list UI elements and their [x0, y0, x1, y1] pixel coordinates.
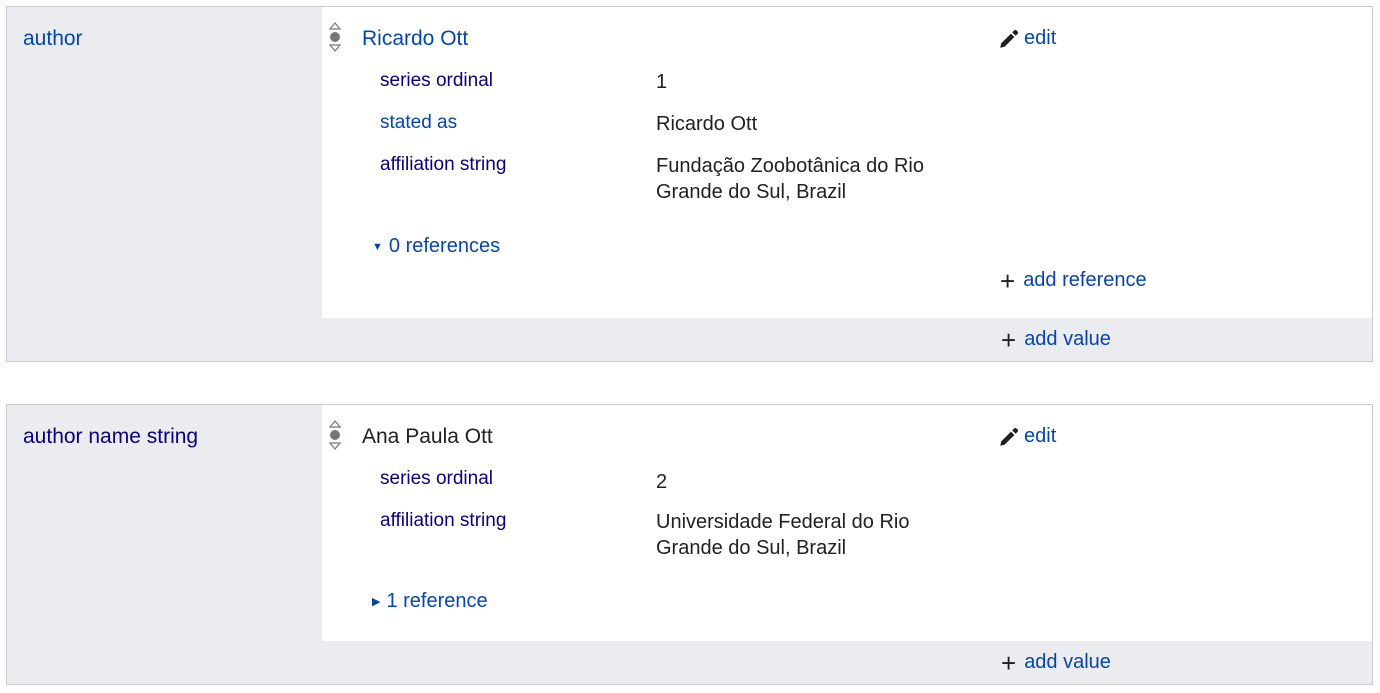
triangle-right-icon: ▶ [372, 596, 381, 608]
property-label-author[interactable]: author [23, 27, 83, 51]
affiliation-line-2: Grande do Sul, Brazil [656, 181, 847, 203]
edit-label: edit [1024, 425, 1057, 447]
qualifier-value-affiliation-string: Fundação Zoobotânica do Rio Grande do Su… [656, 153, 924, 205]
statement-ana-paula-ott: Ana Paula Ott edit series ordinal 2 affi… [322, 405, 1372, 641]
statement-value-link[interactable]: Ricardo Ott [362, 27, 468, 51]
add-reference-button[interactable]: + add reference [1000, 265, 1147, 296]
affiliation-line-1: Universidade Federal do Rio [656, 511, 910, 533]
triangle-down-icon: ▼ [372, 240, 383, 253]
add-value-button[interactable]: + add value [1001, 324, 1111, 355]
qualifier-value-stated-as: Ricardo Ott [656, 113, 758, 135]
qualifier-property-series-ordinal[interactable]: series ordinal [380, 468, 493, 490]
plus-icon: + [1001, 324, 1017, 355]
statement-group-author: author Ricardo Ott edit series ordinal 1… [6, 6, 1373, 362]
references-toggle[interactable]: ▶ 1 reference [372, 590, 488, 613]
references-toggle[interactable]: ▼ 0 references [372, 235, 500, 258]
statement-value-text: Ana Paula Ott [362, 425, 493, 448]
affiliation-line-1: Fundação Zoobotânica do Rio [656, 155, 924, 177]
statement-group-author-name-string: author name string Ana Paula Ott edit se… [6, 404, 1373, 685]
edit-button[interactable]: edit [998, 425, 1056, 448]
qualifier-property-affiliation-string[interactable]: affiliation string [380, 154, 506, 176]
qualifier-value-series-ordinal: 2 [656, 471, 668, 493]
rank-normal-icon[interactable] [328, 22, 342, 52]
rank-normal-icon[interactable] [328, 420, 342, 450]
qualifier-property-affiliation-string[interactable]: affiliation string [380, 510, 506, 532]
references-label: 0 references [388, 235, 501, 257]
add-reference-label: add reference [1023, 269, 1147, 291]
qualifier-property-stated-as[interactable]: stated as [380, 112, 457, 134]
pencil-icon [1000, 427, 1019, 446]
add-value-button[interactable]: + add value [1001, 647, 1111, 678]
statement-ricardo-ott: Ricardo Ott edit series ordinal 1 stated… [322, 7, 1372, 318]
edit-button[interactable]: edit [998, 27, 1056, 50]
references-label: 1 reference [386, 590, 488, 612]
qualifier-value-affiliation-string: Universidade Federal do Rio Grande do Su… [656, 509, 909, 561]
property-label-author-name-string[interactable]: author name string [23, 425, 198, 449]
qualifier-value-series-ordinal: 1 [656, 71, 668, 93]
plus-icon: + [1001, 647, 1017, 678]
edit-label: edit [1024, 27, 1057, 49]
qualifier-property-series-ordinal[interactable]: series ordinal [380, 70, 493, 92]
add-value-label: add value [1024, 651, 1111, 673]
pencil-icon [1000, 29, 1019, 48]
affiliation-line-2: Grande do Sul, Brazil [656, 537, 847, 559]
add-value-label: add value [1024, 328, 1111, 350]
plus-icon: + [1000, 265, 1016, 296]
